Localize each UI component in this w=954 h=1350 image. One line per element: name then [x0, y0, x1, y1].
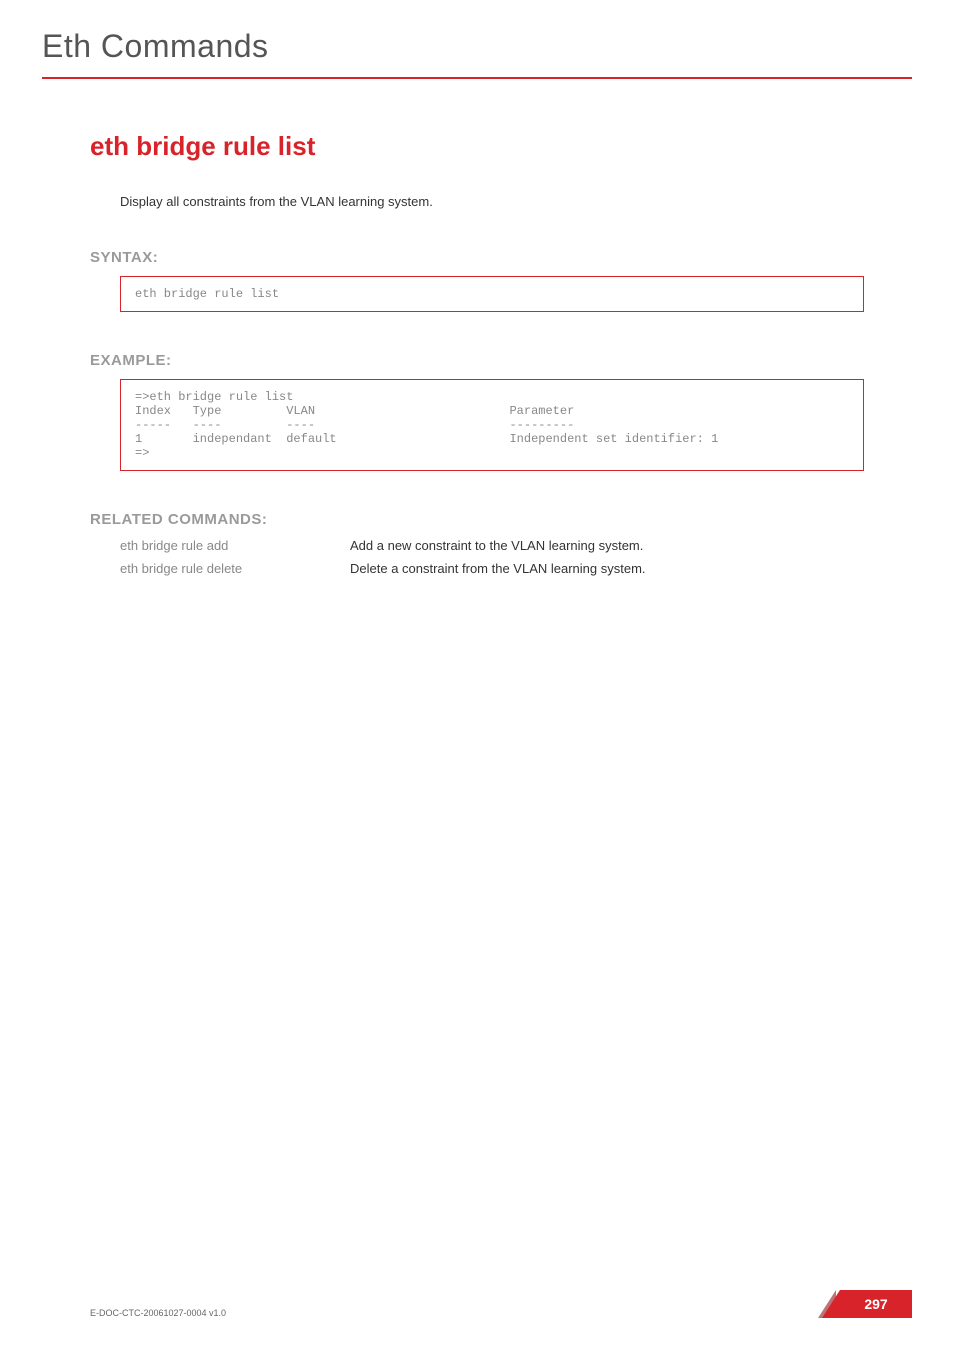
related-table: eth bridge rule add Add a new constraint…	[120, 538, 864, 576]
doc-id: E-DOC-CTC-20061027-0004 v1.0	[90, 1308, 226, 1318]
command-title: eth bridge rule list	[90, 131, 864, 162]
related-desc: Add a new constraint to the VLAN learnin…	[350, 538, 643, 553]
page-number: 297	[840, 1290, 912, 1318]
related-desc: Delete a constraint from the VLAN learni…	[350, 561, 646, 576]
command-description: Display all constraints from the VLAN le…	[120, 194, 864, 209]
related-row: eth bridge rule add Add a new constraint…	[120, 538, 864, 553]
related-cmd: eth bridge rule add	[120, 538, 350, 553]
syntax-heading: SYNTAX:	[90, 249, 864, 266]
syntax-code: eth bridge rule list	[120, 276, 864, 312]
related-heading: RELATED COMMANDS:	[90, 511, 864, 528]
chapter-title: Eth Commands	[0, 0, 954, 77]
related-row: eth bridge rule delete Delete a constrai…	[120, 561, 864, 576]
page-number-badge: 297	[822, 1290, 912, 1318]
example-code: =>eth bridge rule list Index Type VLAN P…	[120, 379, 864, 471]
badge-triangle	[822, 1290, 840, 1318]
page-footer: E-DOC-CTC-20061027-0004 v1.0 297	[90, 1290, 912, 1318]
page-content: eth bridge rule list Display all constra…	[0, 131, 954, 576]
example-heading: EXAMPLE:	[90, 352, 864, 369]
related-cmd: eth bridge rule delete	[120, 561, 350, 576]
header-rule	[42, 77, 912, 79]
